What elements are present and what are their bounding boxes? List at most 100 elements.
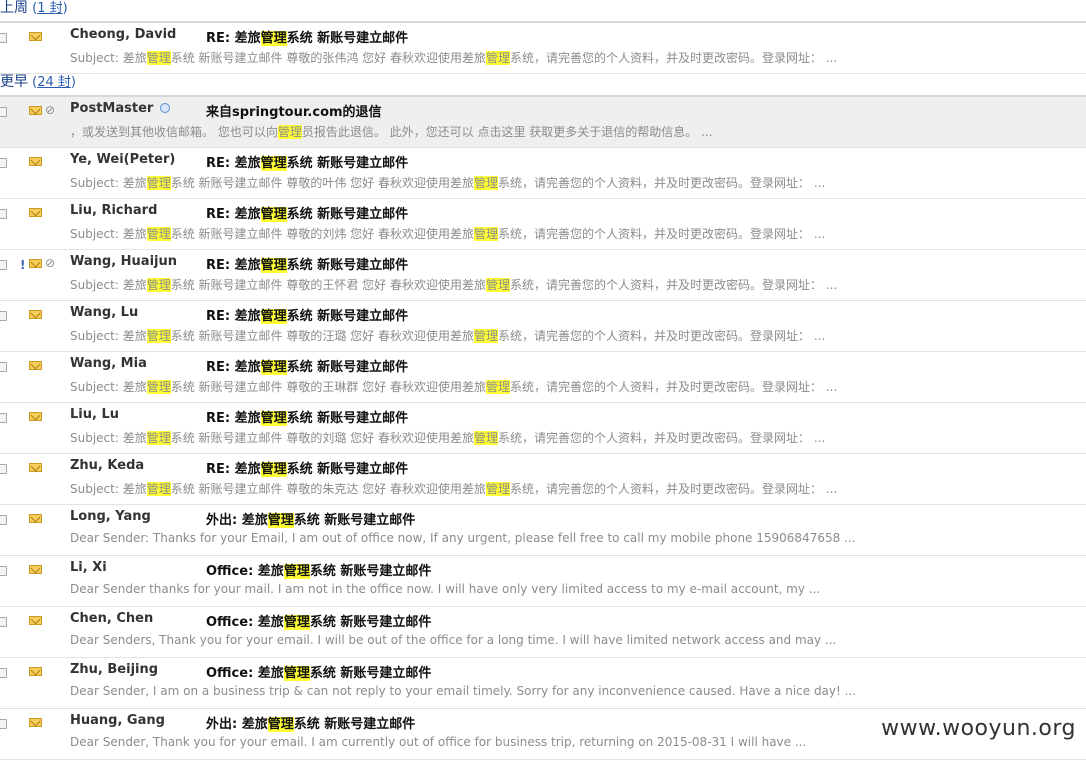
envelope-icon xyxy=(29,718,42,727)
envelope-icon xyxy=(29,667,42,676)
mail-row[interactable]: Ye, Wei(Peter) RE: 差旅管理系统 新账号建立邮件 Subject:… xyxy=(0,148,1086,199)
sender-name: Wang, Huaijun xyxy=(70,254,178,269)
keyword-highlight: 管理 xyxy=(260,411,287,426)
mail-row[interactable]: Li, Xi Office: 差旅管理系统 新账号建立邮件 Dear Sender … xyxy=(0,556,1086,607)
mail-subject: RE: 差旅管理系统 新账号建立邮件 xyxy=(206,411,409,426)
mail-row[interactable]: Zhu, Keda RE: 差旅管理系统 新账号建立邮件 Subject: 差旅管理… xyxy=(0,454,1086,505)
mail-preview: Subject: 差旅管理系统 新账号建立邮件 尊敬的王怀君 您好 春秋欢迎使用… xyxy=(70,278,838,292)
mail-subject: RE: 差旅管理系统 新账号建立邮件 xyxy=(206,462,409,477)
sender-name: Cheong, David xyxy=(70,27,177,42)
select-checkbox[interactable] xyxy=(0,617,7,627)
select-checkbox[interactable] xyxy=(0,719,7,729)
envelope-icon xyxy=(29,565,42,574)
mail-preview: Dear Sender: Thanks for your Email, I am… xyxy=(70,531,856,545)
keyword-highlight: 管理 xyxy=(146,329,171,343)
sender-name: Li, Xi xyxy=(70,560,107,575)
keyword-highlight: 管理 xyxy=(283,564,310,579)
group-label: 更早 xyxy=(0,74,28,90)
keyword-highlight: 管理 xyxy=(146,380,171,394)
keyword-highlight: 管理 xyxy=(474,227,499,241)
mail-preview: Subject: 差旅管理系统 新账号建立邮件 尊敬的汪璐 您好 春秋欢迎使用差… xyxy=(70,329,826,343)
keyword-highlight: 管理 xyxy=(267,513,294,528)
envelope-icon xyxy=(29,106,42,115)
mail-row[interactable]: Long, Yang 外出: 差旅管理系统 新账号建立邮件 Dear Sender:… xyxy=(0,505,1086,556)
envelope-icon xyxy=(29,412,42,421)
envelope-icon xyxy=(29,463,42,472)
envelope-icon xyxy=(29,514,42,523)
keyword-highlight: 管理 xyxy=(474,431,499,445)
mail-row[interactable]: ! ⊘ Wang, Huaijun RE: 差旅管理系统 新账号建立邮件 Subject… xyxy=(0,250,1086,301)
keyword-highlight: 管理 xyxy=(146,431,171,445)
group-count-link[interactable]: 1 封 xyxy=(37,1,62,16)
keyword-highlight: 管理 xyxy=(486,51,511,65)
keyword-highlight: 管理 xyxy=(146,176,171,190)
select-checkbox[interactable] xyxy=(0,311,7,321)
mail-preview: Subject: 差旅管理系统 新账号建立邮件 尊敬的朱克达 您好 春秋欢迎使用… xyxy=(70,482,838,496)
mail-preview: Dear Senders, Thank you for your email. … xyxy=(70,633,837,647)
watermark: www.wooyun.org xyxy=(881,716,1076,741)
keyword-highlight: 管理 xyxy=(486,380,511,394)
mail-row[interactable]: Liu, Lu RE: 差旅管理系统 新账号建立邮件 Subject: 差旅管理系统… xyxy=(0,403,1086,454)
mail-subject: Office: 差旅管理系统 新账号建立邮件 xyxy=(206,564,432,579)
keyword-highlight: 管理 xyxy=(277,125,302,139)
keyword-highlight: 管理 xyxy=(283,615,310,630)
mail-row[interactable]: Wang, Lu RE: 差旅管理系统 新账号建立邮件 Subject: 差旅管理系… xyxy=(0,301,1086,352)
mail-row[interactable]: Liu, Richard RE: 差旅管理系统 新账号建立邮件 Subject: 差… xyxy=(0,199,1086,250)
sender-name: Liu, Richard xyxy=(70,203,158,218)
envelope-icon xyxy=(29,32,42,41)
mail-preview: Dear Sender, Thank you for your email. I… xyxy=(70,735,807,749)
mail-subject: RE: 差旅管理系统 新账号建立邮件 xyxy=(206,31,409,46)
mail-row[interactable]: ⊘ PostMaster 来自springtour.com的退信 ，或发送到其他收信邮… xyxy=(0,97,1086,148)
keyword-highlight: 管理 xyxy=(474,176,499,190)
keyword-highlight: 管理 xyxy=(260,31,287,46)
keyword-highlight: 管理 xyxy=(486,482,511,496)
group-header[interactable]: 更早 (24 封) xyxy=(0,74,1086,97)
select-checkbox[interactable] xyxy=(0,515,7,525)
select-checkbox[interactable] xyxy=(0,209,7,219)
mail-preview: Subject: 差旅管理系统 新账号建立邮件 尊敬的刘璐 您好 春秋欢迎使用差… xyxy=(70,431,826,445)
sender-name: Long, Yang xyxy=(70,509,151,524)
select-checkbox[interactable] xyxy=(0,260,7,270)
mail-subject: RE: 差旅管理系统 新账号建立邮件 xyxy=(206,207,409,222)
sender-name: Liu, Lu xyxy=(70,407,119,422)
mail-preview: Dear Sender, I am on a business trip & c… xyxy=(70,684,857,698)
group-count-link[interactable]: 24 封 xyxy=(37,75,71,90)
mail-list: 上周 (1 封) Cheong, David RE: 差旅管理系统 新账号建立邮件 S… xyxy=(0,0,1086,760)
select-checkbox[interactable] xyxy=(0,33,7,43)
select-checkbox[interactable] xyxy=(0,413,7,423)
mail-subject: Office: 差旅管理系统 新账号建立邮件 xyxy=(206,666,432,681)
group-header[interactable]: 上周 (1 封) xyxy=(0,0,1086,23)
sender-name: Wang, Mia xyxy=(70,356,147,371)
mail-row[interactable]: Zhu, Beijing Office: 差旅管理系统 新账号建立邮件 Dear S… xyxy=(0,658,1086,709)
select-checkbox[interactable] xyxy=(0,107,7,117)
envelope-icon xyxy=(29,310,42,319)
keyword-highlight: 管理 xyxy=(260,309,287,324)
mail-preview: Subject: 差旅管理系统 新账号建立邮件 尊敬的张伟鸿 您好 春秋欢迎使用… xyxy=(70,51,838,65)
select-checkbox[interactable] xyxy=(0,158,7,168)
keyword-highlight: 管理 xyxy=(146,227,171,241)
mail-preview: Subject: 差旅管理系统 新账号建立邮件 尊敬的叶伟 您好 春秋欢迎使用差… xyxy=(70,176,826,190)
mail-preview: Subject: 差旅管理系统 新账号建立邮件 尊敬的王琳群 您好 春秋欢迎使用… xyxy=(70,380,838,394)
mail-row[interactable]: Wang, Mia RE: 差旅管理系统 新账号建立邮件 Subject: 差旅管理… xyxy=(0,352,1086,403)
keyword-highlight: 管理 xyxy=(260,462,287,477)
mail-preview: ，或发送到其他收信邮箱。 您也可以向管理员报告此退信。 此外，您还可以 点击这里… xyxy=(70,125,713,139)
envelope-icon xyxy=(29,157,42,166)
mail-subject: RE: 差旅管理系统 新账号建立邮件 xyxy=(206,156,409,171)
select-checkbox[interactable] xyxy=(0,362,7,372)
mail-subject: RE: 差旅管理系统 新账号建立邮件 xyxy=(206,258,409,273)
mail-row[interactable]: Cheong, David RE: 差旅管理系统 新账号建立邮件 Subject: … xyxy=(0,23,1086,74)
mail-subject: RE: 差旅管理系统 新账号建立邮件 xyxy=(206,309,409,324)
sender-name: Ye, Wei(Peter) xyxy=(70,152,176,167)
mail-preview: Subject: 差旅管理系统 新账号建立邮件 尊敬的刘炜 您好 春秋欢迎使用差… xyxy=(70,227,826,241)
select-checkbox[interactable] xyxy=(0,668,7,678)
keyword-highlight: 管理 xyxy=(260,207,287,222)
mail-subject: 外出: 差旅管理系统 新账号建立邮件 xyxy=(206,717,416,732)
mail-subject: Office: 差旅管理系统 新账号建立邮件 xyxy=(206,615,432,630)
keyword-highlight: 管理 xyxy=(260,258,287,273)
presence-icon[interactable] xyxy=(160,103,171,113)
select-checkbox[interactable] xyxy=(0,464,7,474)
select-checkbox[interactable] xyxy=(0,566,7,576)
mail-row[interactable]: Chen, Chen Office: 差旅管理系统 新账号建立邮件 Dear Sen… xyxy=(0,607,1086,658)
mail-subject: RE: 差旅管理系统 新账号建立邮件 xyxy=(206,360,409,375)
keyword-highlight: 管理 xyxy=(260,360,287,375)
